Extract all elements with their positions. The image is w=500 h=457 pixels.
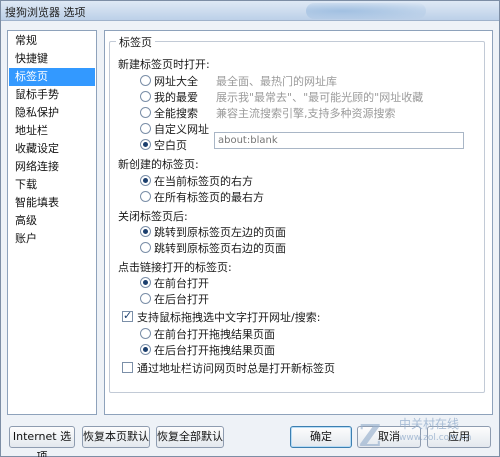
- radio-site-directory[interactable]: [140, 75, 151, 86]
- settings-panel: 标签页 新建标签页时打开: 网址大全 最全面、最热门的网址库 我的最爱 展示我"…: [104, 30, 493, 415]
- new-tab-position-heading: 新创建的标签页:: [118, 158, 199, 171]
- radio-drag-background[interactable]: [140, 344, 151, 355]
- option-label-jump-right: 跳转到原标签页右边的页面: [154, 242, 286, 255]
- checkbox-label-drag-search: 支持鼠标拖拽选中文字打开网址/搜索:: [137, 311, 321, 324]
- cancel-button[interactable]: 取消: [357, 426, 421, 448]
- options-dialog: 搜狗浏览器 选项 常规 快捷键 标签页 鼠标手势 隐私保护 地址栏 收藏设定 网…: [0, 0, 500, 457]
- tabs-settings-group: 标签页 新建标签页时打开: 网址大全 最全面、最热门的网址库 我的最爱 展示我"…: [109, 34, 485, 393]
- option-label-jump-left: 跳转到原标签页左边的页面: [154, 226, 286, 239]
- option-label-drag-background: 在后台打开拖拽结果页面: [154, 344, 275, 357]
- radio-jump-left[interactable]: [140, 226, 151, 237]
- option-label-custom-url: 自定义网址: [154, 123, 209, 136]
- checkbox-address-bar-new-tab[interactable]: [122, 362, 133, 373]
- radio-universal-search[interactable]: [140, 107, 151, 118]
- radio-jump-right[interactable]: [140, 242, 151, 253]
- sidebar-item-address-bar[interactable]: 地址栏: [9, 122, 95, 140]
- window-title: 搜狗浏览器 选项: [5, 6, 86, 19]
- sidebar-item-favorites[interactable]: 收藏设定: [9, 140, 95, 158]
- radio-open-foreground[interactable]: [140, 277, 151, 288]
- option-label-open-background: 在后台打开: [154, 293, 209, 306]
- restore-all-defaults-button[interactable]: 恢复全部默认: [156, 426, 224, 448]
- option-label-drag-foreground: 在前台打开拖拽结果页面: [154, 328, 275, 341]
- settings-category-list: 常规 快捷键 标签页 鼠标手势 隐私保护 地址栏 收藏设定 网络连接 下载 智能…: [7, 30, 97, 415]
- after-close-heading: 关闭标签页后:: [118, 210, 188, 223]
- sidebar-item-account[interactable]: 账户: [9, 230, 95, 248]
- sidebar-item-tabs[interactable]: 标签页: [9, 68, 95, 86]
- title-bar: 搜狗浏览器 选项: [1, 1, 499, 21]
- restore-page-defaults-button[interactable]: 恢复本页默认: [82, 426, 150, 448]
- option-label-right-of-current: 在当前标签页的右方: [154, 175, 253, 188]
- radio-drag-foreground[interactable]: [140, 328, 151, 339]
- sidebar-item-privacy[interactable]: 隐私保护: [9, 104, 95, 122]
- checkbox-label-address-bar-new-tab: 通过地址栏访问网页时总是打开新标签页: [137, 362, 335, 375]
- sidebar-item-downloads[interactable]: 下载: [9, 176, 95, 194]
- option-label-site-directory: 网址大全: [154, 75, 198, 88]
- link-open-heading: 点击链接打开的标签页:: [118, 261, 232, 274]
- apply-button[interactable]: 应用: [427, 426, 491, 448]
- checkbox-drag-search[interactable]: [122, 309, 133, 322]
- title-decoration: [306, 3, 426, 19]
- option-label-universal-search: 全能搜索: [154, 107, 198, 120]
- sidebar-item-network[interactable]: 网络连接: [9, 158, 95, 176]
- sidebar-item-autofill[interactable]: 智能填表: [9, 194, 95, 212]
- option-desc-site-directory: 最全面、最热门的网址库: [216, 75, 337, 88]
- sidebar-item-advanced[interactable]: 高级: [9, 212, 95, 230]
- new-tab-open-heading: 新建标签页时打开:: [118, 58, 210, 71]
- radio-open-background[interactable]: [140, 293, 151, 304]
- option-label-far-right: 在所有标签页的最右方: [154, 191, 264, 204]
- radio-blank-page[interactable]: [140, 139, 151, 150]
- sidebar-item-mouse-gestures[interactable]: 鼠标手势: [9, 86, 95, 104]
- option-label-open-foreground: 在前台打开: [154, 277, 209, 290]
- radio-my-favorites[interactable]: [140, 91, 151, 102]
- option-label-blank-page: 空白页: [154, 139, 187, 152]
- radio-right-of-current[interactable]: [140, 175, 151, 186]
- option-desc-universal-search: 兼容主流搜索引擎,支持多种资源搜索: [216, 107, 396, 120]
- sidebar-item-shortcuts[interactable]: 快捷键: [9, 50, 95, 68]
- custom-url-input[interactable]: [214, 132, 464, 149]
- option-desc-my-favorites: 展示我"最常去"、"最可能光顾的"网址收藏: [216, 91, 424, 104]
- internet-options-button[interactable]: Internet 选项: [9, 426, 75, 457]
- radio-custom-url[interactable]: [140, 123, 151, 134]
- ok-button[interactable]: 确定: [290, 426, 352, 448]
- radio-far-right[interactable]: [140, 191, 151, 202]
- option-label-my-favorites: 我的最爱: [154, 91, 198, 104]
- group-title: 标签页: [116, 34, 155, 50]
- sidebar-item-general[interactable]: 常规: [9, 32, 95, 50]
